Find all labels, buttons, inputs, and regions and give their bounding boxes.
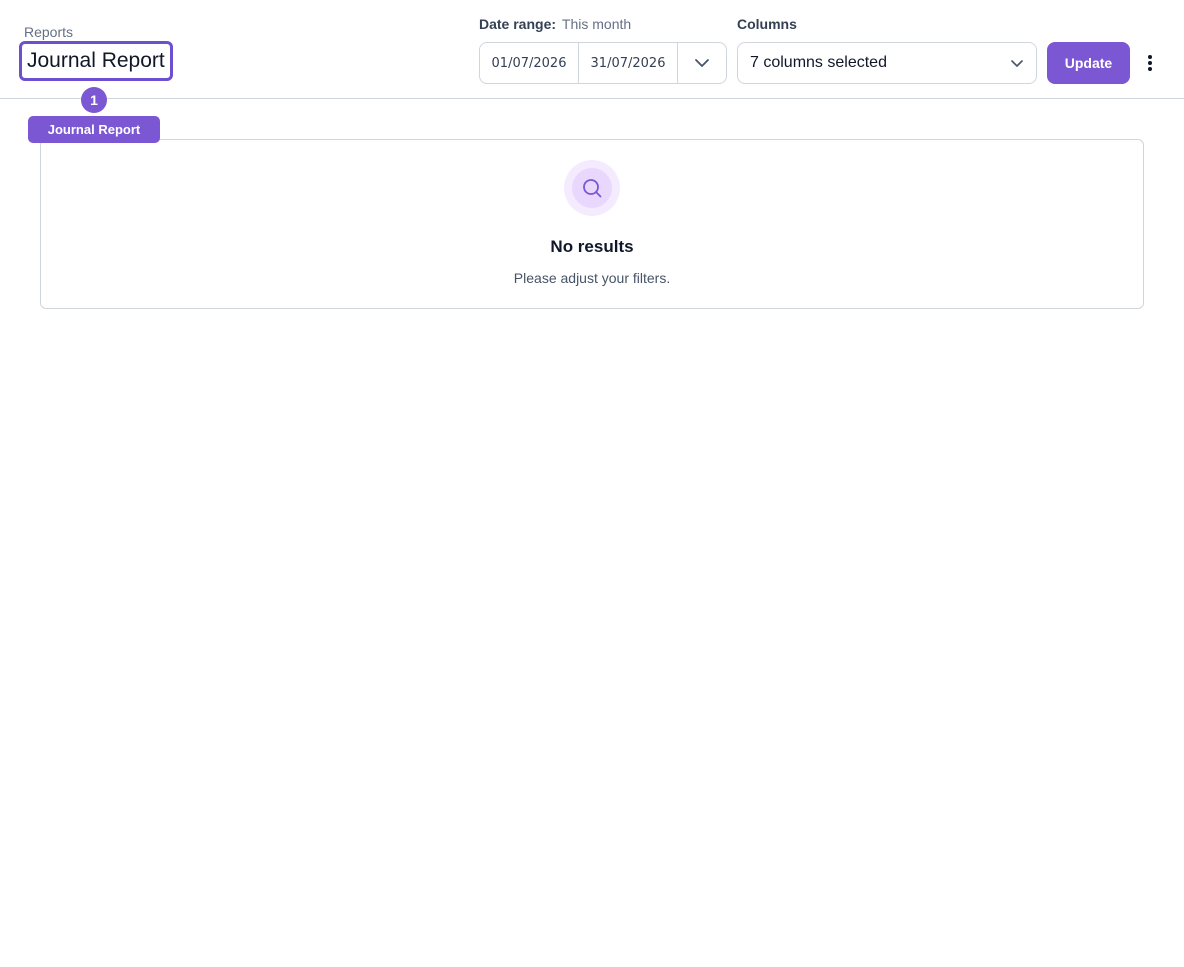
- date-end-input[interactable]: 31/07/2026: [579, 43, 678, 83]
- columns-select-value: 7 columns selected: [750, 54, 887, 71]
- more-options-button[interactable]: [1140, 50, 1160, 76]
- vertical-dots-icon: [1148, 55, 1152, 71]
- annotation-label: Journal Report: [28, 116, 160, 143]
- update-button[interactable]: Update: [1047, 42, 1130, 84]
- date-range-label-text: Date range:: [479, 16, 557, 32]
- breadcrumb[interactable]: Reports: [24, 24, 73, 40]
- report-header: Reports Journal Report Date range: This …: [0, 0, 1184, 99]
- results-panel: No results Please adjust your filters.: [40, 139, 1144, 309]
- empty-state-icon-ring: [564, 160, 620, 216]
- empty-state-title: No results: [550, 237, 634, 256]
- columns-label: Columns: [737, 16, 797, 32]
- empty-state-message: Please adjust your filters.: [513, 270, 671, 286]
- columns-select[interactable]: 7 columns selected: [737, 42, 1037, 84]
- chevron-down-icon: [1011, 59, 1023, 67]
- date-start-input[interactable]: 01/07/2026: [480, 43, 579, 83]
- date-range-dropdown-button[interactable]: [678, 43, 726, 83]
- search-icon: [583, 179, 602, 198]
- annotation-marker: 1: [81, 87, 107, 113]
- page-title: Journal Report: [19, 41, 173, 81]
- date-range-label: Date range: This month: [479, 16, 631, 32]
- date-range-preset: This month: [561, 16, 632, 32]
- chevron-down-icon: [695, 59, 709, 67]
- date-range-picker: 01/07/2026 31/07/2026: [479, 42, 727, 84]
- empty-state-icon-inner: [572, 168, 612, 208]
